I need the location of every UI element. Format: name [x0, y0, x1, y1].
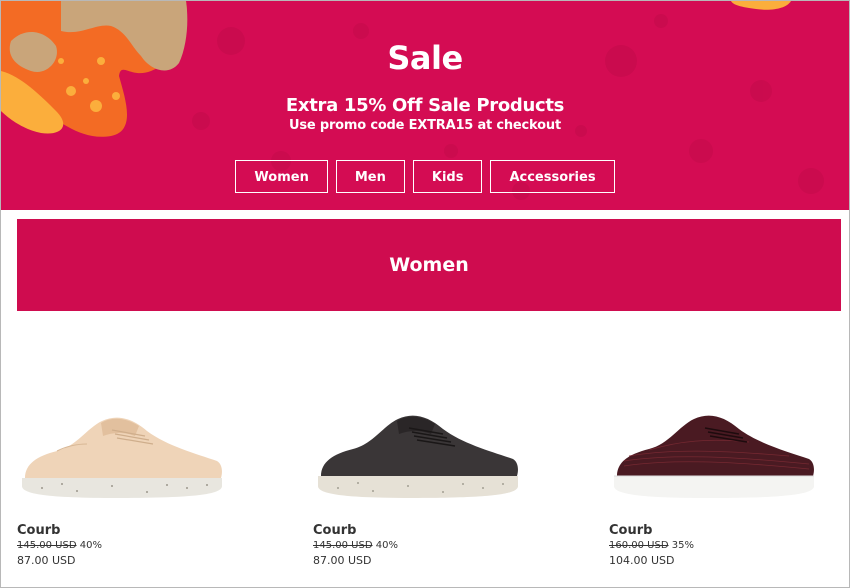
sale-price: 87.00 USD [17, 554, 76, 567]
product-image[interactable] [313, 406, 523, 506]
discount-percent: 40% [375, 540, 398, 551]
nav-kids-button[interactable]: Kids [412, 160, 483, 193]
nav-women-button[interactable]: Women [235, 160, 328, 193]
sale-price: 104.00 USD [609, 554, 675, 567]
original-price-row: 160.00 USD 35% [609, 540, 819, 551]
original-price-row: 145.00 USD 40% [17, 540, 227, 551]
category-nav: Women Men Kids Accessories [1, 160, 849, 193]
section-title-women: Women [17, 219, 841, 311]
product-image[interactable] [609, 406, 819, 506]
original-price-row: 145.00 USD 40% [313, 540, 523, 551]
nav-accessories-button[interactable]: Accessories [490, 160, 615, 193]
product-card[interactable]: Courb 145.00 USD 40% 87.00 USD [313, 406, 523, 567]
nav-men-button[interactable]: Men [335, 160, 405, 193]
product-card[interactable]: Courb 145.00 USD 40% 87.00 USD [17, 406, 227, 567]
product-name[interactable]: Courb [609, 523, 819, 538]
original-price: 145.00 USD [313, 540, 373, 551]
product-card[interactable]: Courb 160.00 USD 35% 104.00 USD [609, 406, 819, 567]
original-price: 160.00 USD [609, 540, 669, 551]
sale-price: 87.00 USD [313, 554, 372, 567]
discount-percent: 35% [671, 540, 694, 551]
hero-subtitle: Extra 15% Off Sale Products [285, 95, 565, 116]
discount-percent: 40% [79, 540, 102, 551]
product-name[interactable]: Courb [17, 523, 227, 538]
promo-code-text: Use promo code EXTRA15 at checkout [289, 118, 561, 133]
product-image[interactable] [17, 406, 227, 506]
original-price: 145.00 USD [17, 540, 77, 551]
product-name[interactable]: Courb [313, 523, 523, 538]
sale-hero-banner: Sale Extra 15% Off Sale Products Use pro… [1, 1, 849, 210]
hero-title: Sale [387, 39, 463, 77]
